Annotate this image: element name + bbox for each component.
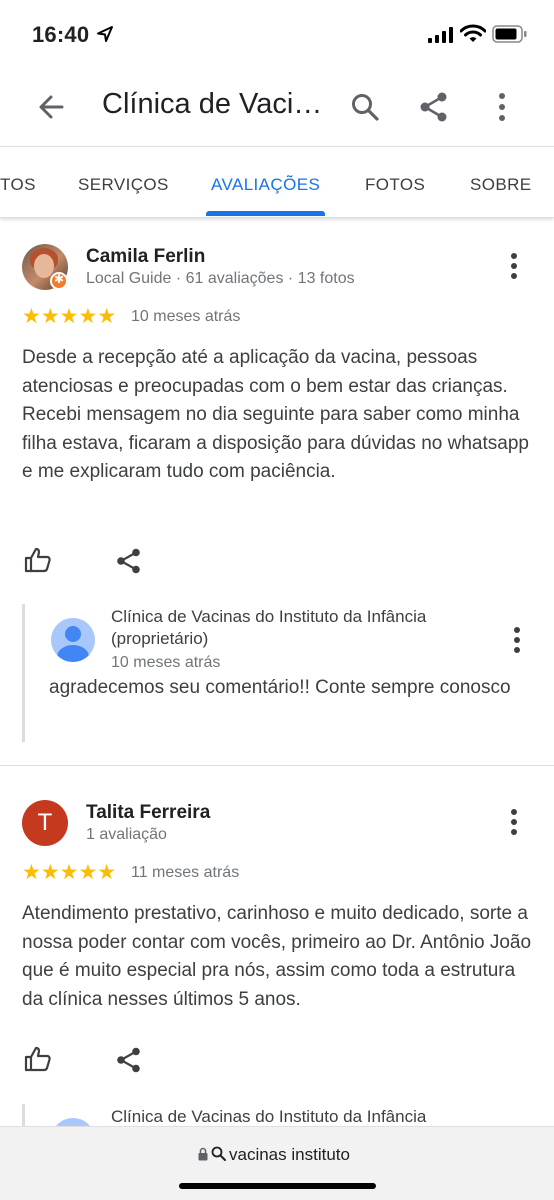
review-more-icon[interactable]: [506, 252, 522, 280]
review-share-icon[interactable]: [116, 1047, 142, 1073]
tab-servicos[interactable]: SERVIÇOS: [78, 175, 169, 195]
wifi-icon: [460, 24, 486, 42]
reviewer-meta: Local Guide · 61 avaliações · 13 fotos: [86, 270, 355, 287]
home-indicator[interactable]: [179, 1183, 376, 1189]
reviewer-name[interactable]: Camila Ferlin: [86, 246, 205, 268]
share-icon[interactable]: [418, 91, 450, 123]
browser-url-bar[interactable]: vacinas instituto: [0, 1126, 554, 1200]
reviewer-meta: 1 avaliação: [86, 826, 167, 843]
status-bar: 16:40: [0, 0, 554, 70]
tab-fotos[interactable]: FOTOS: [365, 175, 425, 195]
owner-name: Clínica de Vacinas do Instituto da Infân…: [111, 1107, 427, 1126]
review-share-icon[interactable]: [116, 548, 142, 574]
thumbs-up-icon[interactable]: [24, 1045, 52, 1073]
app-bar: Clínica de Vacinas do Instituto da Infân…: [0, 70, 554, 146]
local-guide-badge-icon: [50, 272, 68, 290]
status-time: 16:40: [32, 22, 90, 47]
url-text[interactable]: vacinas instituto: [229, 1145, 350, 1165]
location-arrow-icon: [97, 26, 113, 42]
review-text: Desde a recepção até a aplicação da vaci…: [22, 347, 529, 482]
page-title: Clínica de Vacinas do Instituto da Infân…: [102, 88, 324, 120]
tab-sobre[interactable]: SOBRE: [470, 175, 532, 195]
owner-reply-text: agradecemos seu comentário!! Conte sempr…: [49, 677, 511, 698]
active-tab-indicator: [206, 211, 325, 216]
tab-avaliacoes[interactable]: AVALIAÇÕES: [211, 175, 320, 195]
owner-avatar: [51, 618, 95, 662]
thumbs-up-icon[interactable]: [24, 546, 52, 574]
owner-name: Clínica de Vacinas do Instituto da Infân…: [111, 607, 427, 648]
search-icon: [211, 1146, 226, 1161]
more-options-icon[interactable]: [494, 92, 510, 122]
owner-reply-more-icon[interactable]: [509, 626, 525, 654]
tab-fotos-partial[interactable]: TOS: [0, 175, 36, 195]
rating-stars: ★★★★★: [22, 861, 117, 884]
battery-icon: [492, 25, 527, 43]
lock-icon: [198, 1147, 208, 1161]
review-date: 11 meses atrás: [131, 864, 240, 881]
reviewer-avatar[interactable]: T: [22, 800, 68, 846]
divider: [0, 765, 554, 766]
reviewer-name[interactable]: Talita Ferreira: [86, 802, 210, 824]
owner-reply-date: 10 meses atrás: [111, 654, 221, 671]
tab-bar: TOS SERVIÇOS AVALIAÇÕES FOTOS SOBRE: [0, 146, 554, 218]
back-arrow-icon[interactable]: [36, 92, 66, 122]
review-text: Atendimento prestativo, carinhoso e muit…: [22, 903, 532, 1010]
review-date: 10 meses atrás: [131, 308, 241, 325]
owner-reply: Clínica de Vacinas do Instituto da Infân…: [22, 1104, 532, 1162]
review-more-icon[interactable]: [506, 808, 522, 836]
cellular-signal-icon: [428, 27, 453, 43]
search-icon[interactable]: [350, 92, 380, 122]
owner-reply: Clínica de Vacinas do Instituto da Infân…: [22, 604, 532, 742]
rating-stars: ★★★★★: [22, 305, 117, 328]
